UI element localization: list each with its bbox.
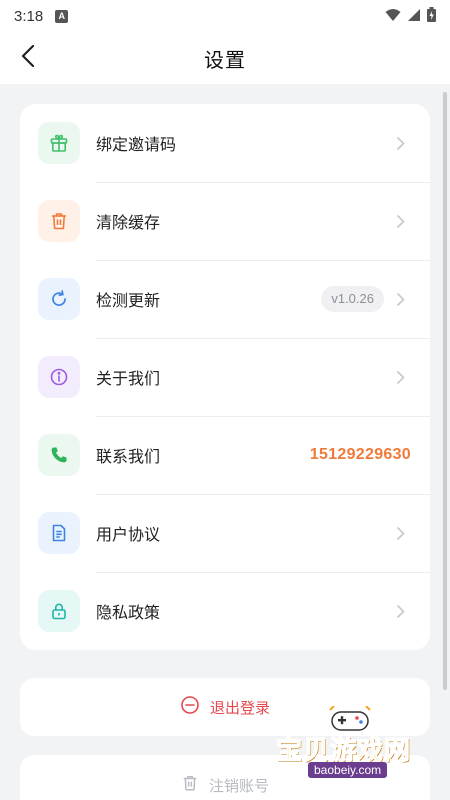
page-title: 设置 xyxy=(204,47,246,72)
settings-item-check-update[interactable]: 检测更新 v1.0.26 xyxy=(20,260,430,338)
settings-item-clear-cache[interactable]: 清除缓存 xyxy=(20,182,430,260)
cancel-account-label: 注销账号 xyxy=(208,776,269,795)
settings-item-label: 联系我们 xyxy=(96,447,161,466)
settings-item-label: 用户协议 xyxy=(96,525,161,544)
settings-item-label: 检测更新 xyxy=(96,291,161,310)
notification-badge: A xyxy=(55,9,69,23)
logout-button[interactable]: 退出登录 xyxy=(20,678,430,736)
back-button[interactable] xyxy=(10,40,46,76)
settings-item-bind-invite-code[interactable]: 绑定邀请码 xyxy=(20,104,430,182)
settings-item-user-agreement[interactable]: 用户协议 xyxy=(20,494,430,572)
settings-item-label: 清除缓存 xyxy=(96,213,161,232)
signal-icon xyxy=(407,7,421,26)
chevron-right-icon xyxy=(396,291,408,307)
settings-item-label: 隐私政策 xyxy=(96,603,161,622)
trash-icon xyxy=(38,200,80,242)
refresh-icon xyxy=(38,278,80,320)
status-time: 3:18 xyxy=(14,7,44,25)
settings-item-privacy-policy[interactable]: 隐私政策 xyxy=(20,572,430,650)
nav-bar: 设置 xyxy=(0,32,450,84)
minus-circle-icon xyxy=(180,695,200,719)
chevron-right-icon xyxy=(396,525,408,541)
lock-icon xyxy=(38,590,80,632)
gift-icon xyxy=(38,122,80,164)
settings-item-about-us[interactable]: 关于我们 xyxy=(20,338,430,416)
info-icon xyxy=(38,356,80,398)
trash-icon xyxy=(181,774,199,796)
cancel-account-button[interactable]: 注销账号 xyxy=(20,755,430,800)
settings-list: 绑定邀请码 清除缓存 检测更新 v1.0.26 关于我们 联系我们 151292… xyxy=(20,104,430,650)
battery-icon xyxy=(427,6,436,26)
settings-item-label: 绑定邀请码 xyxy=(96,135,177,154)
version-badge: v1.0.26 xyxy=(321,286,384,312)
chevron-right-icon xyxy=(396,603,408,619)
chevron-left-icon xyxy=(21,44,35,71)
chevron-right-icon xyxy=(396,369,408,385)
document-icon xyxy=(38,512,80,554)
status-icons xyxy=(385,6,436,26)
chevron-right-icon xyxy=(396,213,408,229)
phone-icon xyxy=(38,434,80,476)
logout-label: 退出登录 xyxy=(209,698,270,717)
status-bar: 3:18 A xyxy=(0,0,450,32)
scrollbar[interactable] xyxy=(443,92,447,690)
wifi-icon xyxy=(385,7,401,26)
contact-phone-number[interactable]: 15129229630 xyxy=(310,446,411,464)
chevron-right-icon xyxy=(396,135,408,151)
settings-item-label: 关于我们 xyxy=(96,369,161,388)
settings-item-contact-us[interactable]: 联系我们 15129229630 xyxy=(20,416,430,494)
